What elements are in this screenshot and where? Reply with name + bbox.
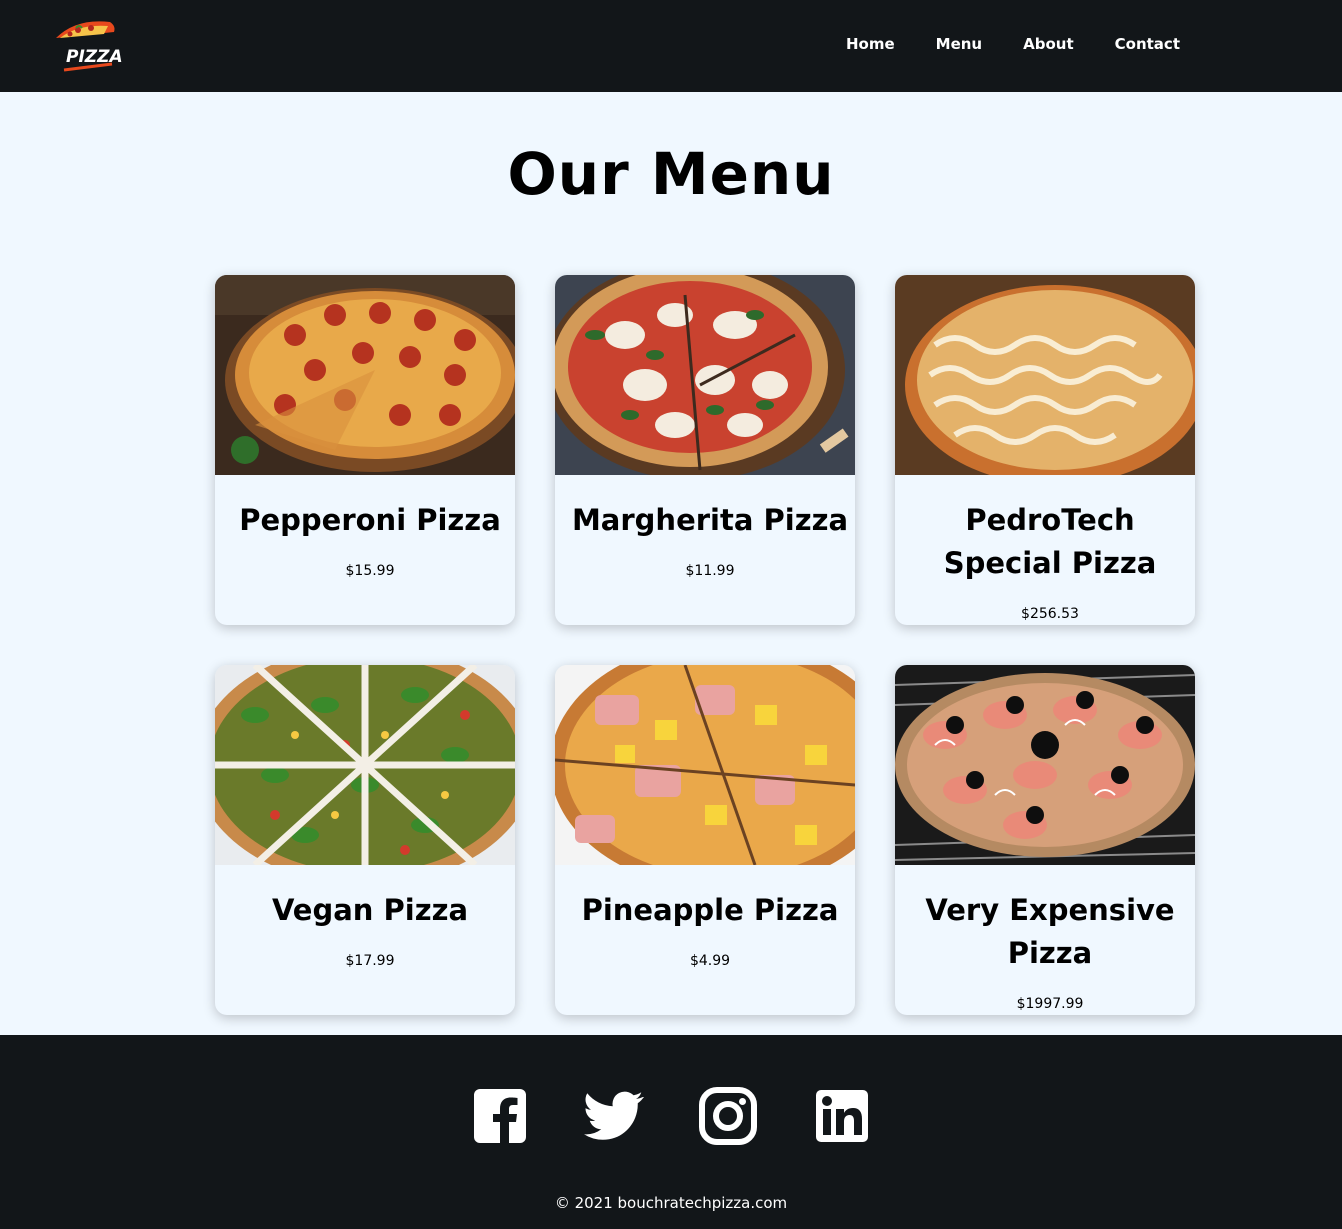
- logo-text: PIZZA: [66, 47, 122, 67]
- pineapple-pizza-image: [555, 665, 855, 865]
- menu-item-name: Margherita Pizza: [571, 503, 849, 537]
- pizza-logo[interactable]: PIZZA: [46, 12, 123, 74]
- nav-links: Home Menu About Contact: [846, 0, 1180, 88]
- pedrotech-special-pizza-image: [895, 275, 1195, 475]
- nav-contact-link[interactable]: Contact: [1115, 35, 1180, 53]
- menu-item-card[interactable]: PedroTech Special Pizza $256.53: [895, 275, 1195, 625]
- vegan-pizza-image: [215, 665, 515, 865]
- menu-item-price: $4.99: [689, 953, 731, 969]
- menu-item-card[interactable]: Pepperoni Pizza $15.99: [215, 275, 515, 625]
- facebook-icon[interactable]: [470, 1085, 530, 1147]
- footer: © 2021 bouchratechpizza.com: [0, 1035, 1342, 1229]
- menu-item-card[interactable]: Very Expensive Pizza $1997.99: [895, 665, 1195, 1015]
- pepperoni-pizza-image: [215, 275, 515, 475]
- menu-item-price: $17.99: [345, 953, 395, 969]
- very-expensive-pizza-image: [895, 665, 1195, 865]
- navbar: PIZZA Home Menu About Contact: [0, 0, 1342, 92]
- menu-item-name: PedroTech Special Pizza: [943, 503, 1157, 580]
- menu-section: Our Menu Pepperoni Pizza $15.99 Margheri…: [0, 92, 1342, 1035]
- menu-item-price: $15.99: [345, 563, 395, 579]
- menu-item-name: Pepperoni Pizza: [239, 503, 501, 537]
- nav-home-link[interactable]: Home: [846, 35, 895, 53]
- menu-item-price: $256.53: [1021, 606, 1079, 622]
- linkedin-icon[interactable]: [812, 1085, 872, 1147]
- copyright-text: © 2021 bouchratechpizza.com: [554, 1194, 788, 1212]
- nav-about-link[interactable]: About: [1023, 35, 1074, 53]
- nav-menu-link[interactable]: Menu: [936, 35, 982, 53]
- menu-item-card[interactable]: Margherita Pizza $11.99: [555, 275, 855, 625]
- menu-item-price: $1997.99: [1016, 996, 1084, 1012]
- menu-item-name: Very Expensive Pizza: [925, 893, 1175, 970]
- margherita-pizza-image: [555, 275, 855, 475]
- menu-item-card[interactable]: Pineapple Pizza $4.99: [555, 665, 855, 1015]
- menu-item-name: Pineapple Pizza: [581, 893, 839, 927]
- menu-item-card[interactable]: Vegan Pizza $17.99: [215, 665, 515, 1015]
- menu-item-price: $11.99: [685, 563, 735, 579]
- social-links: [0, 1085, 1342, 1147]
- instagram-icon[interactable]: [698, 1085, 758, 1147]
- menu-item-name: Vegan Pizza: [271, 893, 469, 927]
- twitter-icon[interactable]: [584, 1085, 644, 1147]
- page-title: Our Menu: [507, 140, 835, 208]
